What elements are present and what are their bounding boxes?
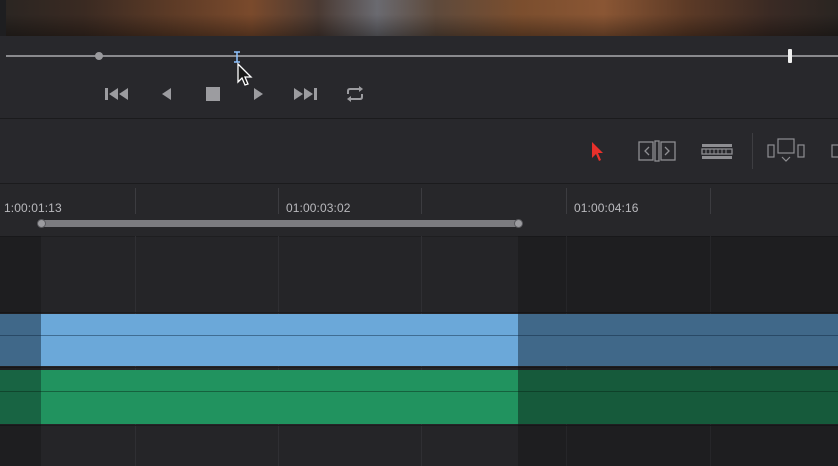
loop-icon [347,86,363,102]
transport-panel [0,36,838,119]
overwrite-clip-button[interactable] [828,137,838,165]
jump-to-end-button[interactable] [292,83,318,105]
arrow-pointer-icon [592,142,603,161]
ruler-tick [710,188,711,214]
in-out-range-bar[interactable] [41,220,518,227]
viewer-shade [0,0,838,36]
timecode-label: 01:00:03:02 [286,201,351,215]
out-of-range-shade [0,236,41,466]
scrubber-track[interactable] [6,55,838,57]
scrubber-in-point[interactable] [95,52,103,60]
audio-clip[interactable] [41,370,518,424]
stop-button[interactable] [200,83,226,105]
timeline[interactable]: 1:00:01:13 01:00:03:02 01:00:04:16 [0,184,838,466]
trim-icon [638,140,676,162]
scrubber-out-point[interactable] [788,49,792,63]
out-of-range-shade [518,236,838,466]
play-reverse-button[interactable] [153,83,179,105]
timecode-label: 1:00:01:13 [4,201,62,215]
insert-icon [767,138,805,162]
skip-back-icon [105,88,128,100]
ruler-tick [566,188,567,214]
trim-edit-mode-button[interactable] [638,137,676,165]
scrubber-playhead[interactable] [232,50,242,63]
viewer-edge [0,0,6,36]
ruler-tick [278,188,279,214]
overwrite-icon [831,144,838,158]
toolbar-divider [752,133,753,169]
blade-edit-mode-button[interactable] [700,137,734,165]
play-icon [254,88,263,100]
skip-forward-icon [294,88,317,100]
video-clip[interactable] [41,314,518,366]
in-point-handle[interactable] [37,219,46,228]
edit-toolbar [0,119,838,184]
mouse-cursor-icon [236,62,254,88]
out-point-handle[interactable] [514,219,523,228]
ruler-tick [135,188,136,214]
jump-to-start-button[interactable] [104,83,130,105]
selection-mode-button[interactable] [586,137,608,165]
blade-icon [701,144,733,159]
ruler-tick [421,188,422,214]
insert-clip-button[interactable] [766,137,806,165]
timecode-label: 01:00:04:16 [574,201,639,215]
play-reverse-icon [162,88,171,100]
timecode-ruler[interactable]: 1:00:01:13 01:00:03:02 01:00:04:16 [0,184,838,237]
stop-icon [206,87,220,101]
loop-button[interactable] [342,83,368,105]
